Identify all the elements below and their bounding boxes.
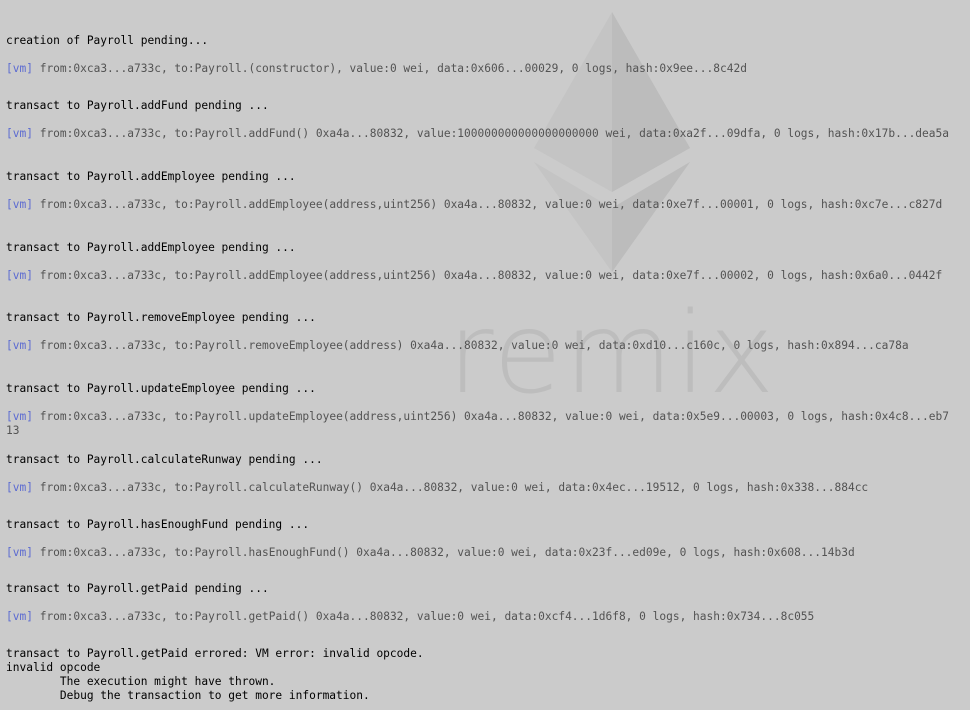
log-status: transact to Payroll.removeEmployee pendi… [6,311,316,324]
log-detail[interactable]: [vm] from:0xca3...a733c, to:Payroll.(con… [6,62,951,76]
log-detail-text: from:0xca3...a733c, to:Payroll.(construc… [39,62,747,75]
vm-tag: [vm] [6,269,33,282]
error-hint: Debug the transaction to get more inform… [6,689,370,702]
log-detail-text: from:0xca3...a733c, to:Payroll.removeEmp… [39,339,909,352]
log-status: creation of Payroll pending... [6,34,209,47]
vm-tag: [vm] [6,198,33,211]
vm-tag: [vm] [6,127,33,140]
log-detail[interactable]: [vm] from:0xca3...a733c, to:Payroll.hasE… [6,546,951,560]
log-entry: transact to Payroll.addEmployee pending … [6,170,962,212]
log-detail-text: from:0xca3...a733c, to:Payroll.addFund()… [39,127,949,140]
vm-tag: [vm] [6,481,33,494]
log-status: transact to Payroll.calculateRunway pend… [6,453,323,466]
log-detail-text: from:0xca3...a733c, to:Payroll.hasEnough… [39,546,855,559]
log-status: transact to Payroll.hasEnoughFund pendin… [6,518,310,531]
log-entry: transact to Payroll.hasEnoughFund pendin… [6,518,962,560]
vm-tag: [vm] [6,610,33,623]
log-detail[interactable]: [vm] from:0xca3...a733c, to:Payroll.addE… [6,269,951,283]
vm-tag: [vm] [6,546,33,559]
log-entry: transact to Payroll.addEmployee pending … [6,241,962,283]
log-detail-text: from:0xca3...a733c, to:Payroll.addEmploy… [39,198,943,211]
log-status: transact to Payroll.getPaid pending ... [6,582,269,595]
error-reason: invalid opcode [6,661,101,674]
log-entry: transact to Payroll.getPaid pending ... … [6,582,962,624]
log-entry: transact to Payroll.addFund pending ... … [6,99,962,141]
error-message: transact to Payroll.getPaid errored: VM … [6,647,424,660]
log-status: transact to Payroll.addEmployee pending … [6,241,296,254]
log-detail[interactable]: [vm] from:0xca3...a733c, to:Payroll.upda… [6,410,951,438]
vm-tag: [vm] [6,62,33,75]
log-detail[interactable]: [vm] from:0xca3...a733c, to:Payroll.addE… [6,198,951,212]
log-detail-text: from:0xca3...a733c, to:Payroll.getPaid()… [39,610,815,623]
log-detail-text: from:0xca3...a733c, to:Payroll.calculate… [39,481,869,494]
log-entry: transact to Payroll.calculateRunway pend… [6,453,962,495]
vm-tag: [vm] [6,339,33,352]
log-entry: transact to Payroll.updateEmployee pendi… [6,382,962,438]
error-hint: The execution might have thrown. [6,675,276,688]
log-status: transact to Payroll.updateEmployee pendi… [6,382,316,395]
log-detail[interactable]: [vm] from:0xca3...a733c, to:Payroll.addF… [6,127,951,141]
log-detail-text: from:0xca3...a733c, to:Payroll.addEmploy… [39,269,943,282]
log-entry: transact to Payroll.removeEmployee pendi… [6,311,962,353]
log-detail-text: from:0xca3...a733c, to:Payroll.updateEmp… [6,410,949,437]
log-detail[interactable]: [vm] from:0xca3...a733c, to:Payroll.getP… [6,610,951,624]
vm-tag: [vm] [6,410,33,423]
log-status: transact to Payroll.addEmployee pending … [6,170,296,183]
log-detail[interactable]: [vm] from:0xca3...a733c, to:Payroll.calc… [6,481,951,495]
log-detail[interactable]: [vm] from:0xca3...a733c, to:Payroll.remo… [6,339,951,353]
log-status: transact to Payroll.addFund pending ... [6,99,269,112]
log-entry: creation of Payroll pending... [vm] from… [6,34,962,76]
error-entry: transact to Payroll.getPaid errored: VM … [6,647,962,703]
